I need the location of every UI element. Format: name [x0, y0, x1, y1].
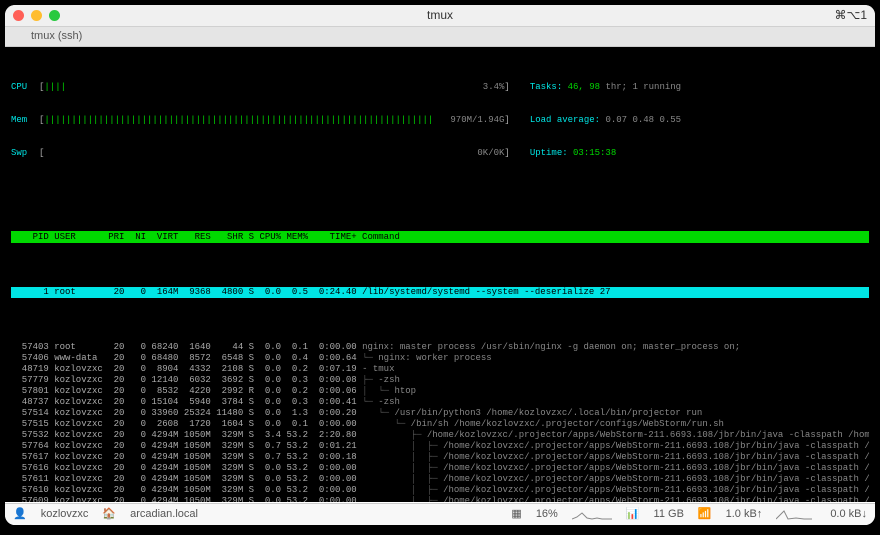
cpu-bar: |||| — [44, 82, 434, 93]
network-icon: 📶 — [698, 509, 712, 520]
process-row[interactable]: 57610 kozlovzxc 20 0 4294M 1050M 329M S … — [11, 485, 869, 496]
mem-meter: Mem[||||||||||||||||||||||||||||||||||||… — [11, 115, 869, 126]
mem-label: Mem — [11, 115, 39, 126]
status-host: arcadian.local — [130, 509, 198, 520]
process-row[interactable]: 57617 kozlovzxc 20 0 4294M 1050M 329M S … — [11, 452, 869, 463]
process-row-selected[interactable]: 1 root 20 0 164M 9368 4800 S 0.0 0.5 0:2… — [11, 287, 869, 298]
terminal-content[interactable]: CPU[||||3.4%] Tasks: 46, 98 thr; 1 runni… — [5, 47, 875, 502]
cpu-sparkline — [572, 509, 612, 521]
host-icon: 🏠 — [102, 509, 116, 520]
status-user: kozlovzxc — [41, 509, 89, 520]
process-row[interactable]: 48719 kozlovzxc 20 0 8904 4332 2108 S 0.… — [11, 364, 869, 375]
cpu-value: 3.4% — [434, 82, 504, 93]
process-list[interactable]: 57403 root 20 0 68240 1640 44 S 0.0 0.1 … — [11, 342, 869, 502]
process-row[interactable]: 57514 kozlovzxc 20 0 33960 25324 11480 S… — [11, 408, 869, 419]
uptime: 03:15:38 — [573, 148, 616, 158]
tasks-label: Tasks: — [530, 82, 562, 92]
tasks-suffix: thr; 1 running — [605, 82, 681, 92]
swp-value: 0K/0K — [434, 148, 504, 159]
mem-value: 970M/1.94G — [434, 115, 504, 126]
swp-meter: Swp[0K/0K] Uptime: 03:15:38 — [11, 148, 869, 159]
status-bar: 👤 kozlovzxc 🏠 arcadian.local ▦ 16% 📊 11 … — [5, 503, 875, 525]
mem-bar: ||||||||||||||||||||||||||||||||||||||||… — [44, 115, 434, 126]
process-row[interactable]: 57779 kozlovzxc 20 0 12140 6032 3692 S 0… — [11, 375, 869, 386]
loadavg-label: Load average: — [530, 115, 600, 125]
process-row[interactable]: 57616 kozlovzxc 20 0 4294M 1050M 329M S … — [11, 463, 869, 474]
status-net-dn: 0.0 kB↓ — [830, 509, 867, 520]
process-header[interactable]: PID USER PRI NI VIRT RES SHR S CPU% MEM%… — [11, 231, 869, 243]
uptime-label: Uptime: — [530, 148, 568, 158]
tasks-total: 46, — [568, 82, 584, 92]
swp-bar — [44, 148, 434, 159]
status-ram: 11 GB — [654, 509, 684, 520]
cpu-label: CPU — [11, 82, 39, 93]
tasks-thr: 98 — [589, 82, 600, 92]
window-shortcut: ⌘⌥1 — [834, 10, 867, 21]
process-row[interactable]: 57801 kozlovzxc 20 0 8532 4220 2992 R 0.… — [11, 386, 869, 397]
ram-icon: 📊 — [626, 509, 640, 520]
user-icon: 👤 — [13, 509, 27, 520]
window-title: tmux — [5, 10, 875, 21]
process-row[interactable]: 57515 kozlovzxc 20 0 2608 1720 1604 S 0.… — [11, 419, 869, 430]
status-cpu: 16% — [536, 509, 558, 520]
loadavg: 0.07 0.48 0.55 — [605, 115, 681, 125]
tab-bar[interactable]: tmux (ssh) — [5, 27, 875, 47]
process-row[interactable]: 57764 kozlovzxc 20 0 4294M 1050M 329M S … — [11, 441, 869, 452]
process-row[interactable]: 57403 root 20 0 68240 1640 44 S 0.0 0.1 … — [11, 342, 869, 353]
net-sparkline — [776, 509, 816, 521]
process-row[interactable]: 48737 kozlovzxc 20 0 15104 5940 3784 S 0… — [11, 397, 869, 408]
process-row[interactable]: 57406 www-data 20 0 68480 8572 6548 S 0.… — [11, 353, 869, 364]
titlebar[interactable]: tmux ⌘⌥1 — [5, 5, 875, 27]
terminal-window: tmux ⌘⌥1 tmux (ssh) CPU[||||3.4%] Tasks:… — [5, 5, 875, 525]
tab-active[interactable]: tmux (ssh) — [31, 31, 82, 42]
cpu-icon: ▦ — [511, 509, 521, 520]
status-net-up: 1.0 kB↑ — [726, 509, 763, 520]
process-row[interactable]: 57532 kozlovzxc 20 0 4294M 1050M 329M S … — [11, 430, 869, 441]
cpu-meter: CPU[||||3.4%] Tasks: 46, 98 thr; 1 runni… — [11, 82, 869, 93]
process-row[interactable]: 57611 kozlovzxc 20 0 4294M 1050M 329M S … — [11, 474, 869, 485]
swp-label: Swp — [11, 148, 39, 159]
process-row[interactable]: 57609 kozlovzxc 20 0 4294M 1050M 329M S … — [11, 496, 869, 502]
